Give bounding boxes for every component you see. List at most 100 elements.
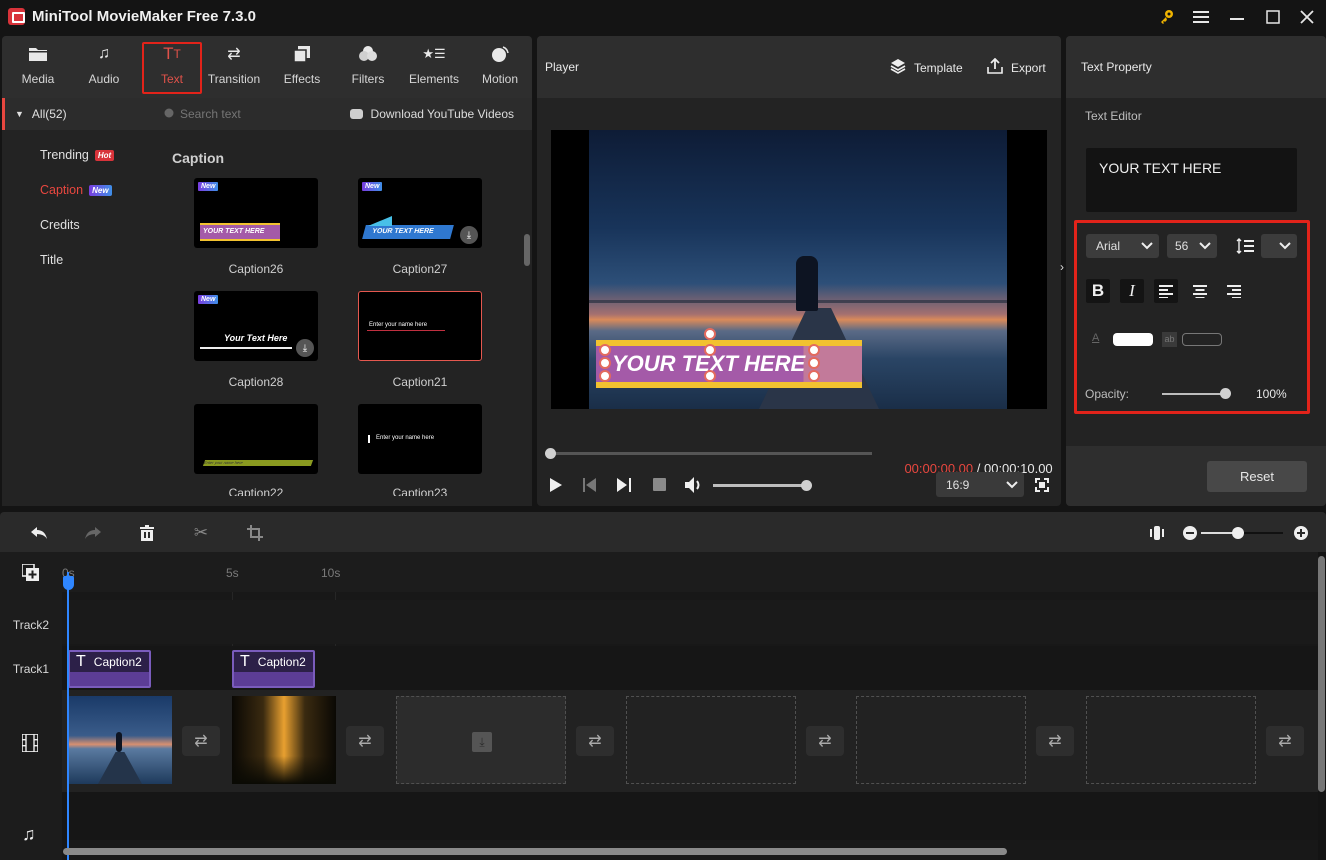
timeline-zoom-slider[interactable] xyxy=(1201,527,1283,539)
resize-handle[interactable] xyxy=(808,370,820,382)
search-input[interactable] xyxy=(180,107,330,121)
timeline-ruler[interactable]: 0s 5s 10s xyxy=(62,552,1318,592)
seek-handle[interactable] xyxy=(545,448,556,459)
volume-slider[interactable] xyxy=(713,480,812,491)
close-icon[interactable] xyxy=(1292,4,1322,30)
category-title[interactable]: Title xyxy=(40,253,63,267)
resize-handle[interactable] xyxy=(808,357,820,369)
align-center-button[interactable] xyxy=(1188,279,1212,303)
playhead-handle[interactable] xyxy=(63,576,74,590)
timeline-zoom-handle[interactable] xyxy=(1231,527,1244,539)
empty-slot[interactable] xyxy=(1086,696,1256,784)
library-scrollbar[interactable] xyxy=(524,234,530,266)
crop-button[interactable] xyxy=(244,522,266,544)
minimize-icon[interactable] xyxy=(1222,4,1252,30)
line-spacing-dropdown[interactable] xyxy=(1261,234,1297,258)
transition-slot[interactable]: ⇄ xyxy=(182,726,220,756)
text-color-swatch[interactable] xyxy=(1113,333,1153,346)
caption-clip[interactable]: T Caption2 xyxy=(232,650,315,688)
next-frame-button[interactable] xyxy=(617,478,631,495)
transition-slot[interactable]: ⇄ xyxy=(806,726,844,756)
text-editor-input[interactable]: YOUR TEXT HERE xyxy=(1086,148,1297,212)
tab-text[interactable]: TT Text xyxy=(142,42,202,94)
volume-handle[interactable] xyxy=(801,480,812,491)
volume-button[interactable] xyxy=(684,476,704,497)
thumbnail-preview-text: Enter your name here xyxy=(376,435,435,441)
zoom-out-button[interactable] xyxy=(1179,522,1201,544)
tab-media[interactable]: Media xyxy=(8,42,68,94)
collapse-panel-icon[interactable]: › xyxy=(1060,260,1070,280)
caption-thumbnail-selected[interactable]: Enter your name here xyxy=(358,291,482,361)
resize-handle[interactable] xyxy=(704,370,716,382)
tab-effects[interactable]: Effects xyxy=(272,42,332,94)
template-button[interactable]: Template xyxy=(890,58,963,77)
category-caption[interactable]: Caption New xyxy=(40,183,112,197)
resize-handle[interactable] xyxy=(704,344,716,356)
align-left-button[interactable] xyxy=(1154,279,1178,303)
menu-icon[interactable] xyxy=(1186,4,1216,30)
rotate-handle[interactable] xyxy=(704,328,716,340)
tab-elements[interactable]: ★☰ Elements xyxy=(404,42,464,94)
aspect-ratio-dropdown[interactable]: 16:9 xyxy=(936,472,1024,497)
transition-slot[interactable]: ⇄ xyxy=(576,726,614,756)
resize-handle[interactable] xyxy=(599,370,611,382)
opacity-handle[interactable] xyxy=(1220,388,1231,399)
redo-button[interactable] xyxy=(82,522,104,544)
background-color-swatch[interactable] xyxy=(1182,333,1222,346)
font-family-dropdown[interactable]: Arial xyxy=(1086,234,1159,258)
caption-thumbnail[interactable]: New Your Text Here ⤓ xyxy=(194,291,318,361)
delete-button[interactable] xyxy=(136,522,158,544)
zoom-in-button[interactable] xyxy=(1290,522,1312,544)
caption-thumbnail[interactable]: Enter your name here xyxy=(194,404,318,474)
play-button[interactable] xyxy=(549,477,563,496)
tab-transition[interactable]: ⇄ Transition xyxy=(204,42,264,94)
tab-audio[interactable]: ♫ Audio xyxy=(74,42,134,94)
download-youtube-link[interactable]: Download YouTube Videos xyxy=(349,107,514,121)
bold-button[interactable]: B xyxy=(1086,279,1110,303)
seek-bar[interactable] xyxy=(545,448,872,459)
caption-overlay[interactable]: YOUR TEXT HERE xyxy=(596,340,862,388)
fullscreen-button[interactable] xyxy=(1035,478,1049,495)
timeline-horizontal-scrollbar[interactable] xyxy=(63,848,1007,855)
stop-button[interactable] xyxy=(653,478,666,491)
maximize-icon[interactable] xyxy=(1258,4,1288,30)
export-button[interactable]: Export xyxy=(987,57,1046,77)
caption-thumbnail[interactable]: New YOUR TEXT HERE xyxy=(194,178,318,248)
resize-handle[interactable] xyxy=(599,344,611,356)
resize-handle[interactable] xyxy=(599,357,611,369)
split-button[interactable]: ✂ xyxy=(190,522,212,544)
video-clip[interactable] xyxy=(232,696,336,784)
category-trending[interactable]: Trending Hot xyxy=(40,148,115,162)
fit-to-zoom-button[interactable] xyxy=(1146,522,1168,544)
download-icon[interactable]: ⤓ xyxy=(296,339,314,357)
previous-frame-button[interactable] xyxy=(583,478,597,495)
download-icon[interactable]: ⤓ xyxy=(460,226,478,244)
empty-slot[interactable] xyxy=(626,696,796,784)
reset-button[interactable]: Reset xyxy=(1207,461,1307,492)
tab-filters[interactable]: Filters xyxy=(338,42,398,94)
key-icon[interactable] xyxy=(1152,4,1182,30)
italic-button[interactable]: I xyxy=(1120,279,1144,303)
align-right-button[interactable] xyxy=(1222,279,1246,303)
category-all[interactable]: ▼ All(52) xyxy=(2,98,146,130)
caption-clip[interactable]: T Caption2 xyxy=(68,650,151,688)
font-size-dropdown[interactable]: 56 xyxy=(1167,234,1217,258)
font-family-value: Arial xyxy=(1096,239,1121,253)
fullscreen-icon xyxy=(1035,478,1049,492)
transition-slot[interactable]: ⇄ xyxy=(1036,726,1074,756)
undo-button[interactable] xyxy=(28,522,50,544)
drop-media-slot[interactable]: ⤓ xyxy=(396,696,566,784)
timeline-vertical-scrollbar[interactable] xyxy=(1318,556,1325,792)
transition-slot[interactable]: ⇄ xyxy=(1266,726,1304,756)
video-clip[interactable] xyxy=(68,696,172,784)
add-track-button[interactable] xyxy=(21,563,40,585)
opacity-slider[interactable] xyxy=(1162,388,1231,399)
empty-slot[interactable] xyxy=(856,696,1026,784)
video-preview[interactable]: YOUR TEXT HERE xyxy=(551,130,1047,409)
category-credits[interactable]: Credits xyxy=(40,218,80,232)
caption-thumbnail[interactable]: Enter your name here xyxy=(358,404,482,474)
resize-handle[interactable] xyxy=(808,344,820,356)
transition-slot[interactable]: ⇄ xyxy=(346,726,384,756)
caption-thumbnail[interactable]: New YOUR TEXT HERE ⤓ xyxy=(358,178,482,248)
tab-motion[interactable]: Motion xyxy=(470,42,530,94)
